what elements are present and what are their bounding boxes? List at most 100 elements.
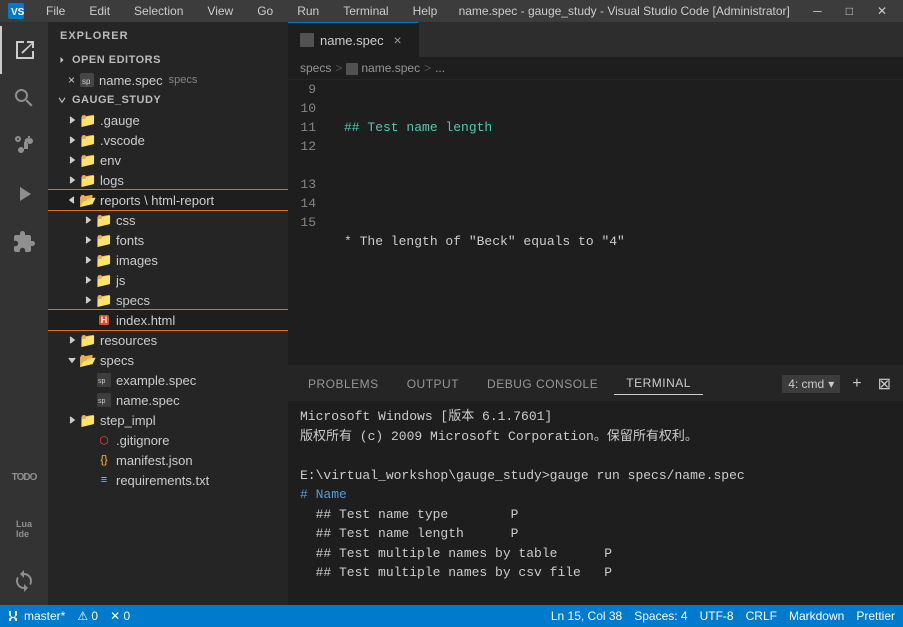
file-no-chevron [80,452,96,468]
activity-run[interactable] [0,170,48,218]
status-position[interactable]: Ln 15, Col 38 [551,609,622,623]
tree-fonts[interactable]: 📁 fonts [48,230,288,250]
panel-tab-terminal[interactable]: TERMINAL [614,372,703,395]
tree-specs-root[interactable]: 📂 specs [48,350,288,370]
sidebar-title: EXPLORER [48,22,288,50]
panel-controls: 4: cmd ▾ + ⊠ [782,372,895,396]
activity-search[interactable] [0,74,48,122]
run-debug-line[interactable]: Run Scenario | Debug Scenario [344,346,887,365]
breadcrumb-sep2: > [424,61,431,75]
panel-tab-output[interactable]: OUTPUT [395,373,471,395]
activity-source-control[interactable] [0,122,48,170]
tree-env[interactable]: 📁 env [48,150,288,170]
code-line-9: ## Test name length [344,118,887,137]
tree-logs[interactable]: 📁 logs [48,170,288,190]
tree-css[interactable]: 📁 css [48,210,288,230]
status-errors[interactable]: ✕ 0 [110,609,130,623]
folder-css-icon: 📁 [96,212,112,228]
status-line-ending[interactable]: CRLF [746,609,777,623]
tree-manifest-json-label: manifest.json [116,453,193,468]
tree-js[interactable]: 📁 js [48,270,288,290]
open-editors-header[interactable]: OPEN EDITORS [48,50,288,70]
svg-text:sp: sp [82,77,91,86]
status-language[interactable]: Markdown [789,609,844,623]
menu-help[interactable]: Help [407,2,444,20]
activity-sync[interactable] [0,557,48,605]
breadcrumb-file[interactable]: name.spec [346,61,420,75]
file-no-chevron [80,392,96,408]
activity-explorer[interactable] [0,26,48,74]
folder-chevron [64,112,80,128]
tree-requirements-txt-label: requirements.txt [116,473,209,488]
status-encoding[interactable]: UTF-8 [700,609,734,623]
menu-go[interactable]: Go [251,2,279,20]
tree-name-spec[interactable]: sp name.spec [48,390,288,410]
status-branch[interactable]: master* [8,609,65,623]
kill-terminal-btn[interactable]: ⊠ [874,372,895,396]
terminal-line-2: E:\virtual_workshop\gauge_study>gauge ru… [300,466,891,486]
tree-name-spec-label: name.spec [116,393,180,408]
terminal-selector[interactable]: 4: cmd ▾ [782,375,840,393]
tree-images[interactable]: 📁 images [48,250,288,270]
terminal-line-0: Microsoft Windows [版本 6.1.7601] [300,407,891,427]
menu-edit[interactable]: Edit [83,2,116,20]
tab-close-btn[interactable]: × [390,32,406,48]
tree-resources-label: resources [100,333,157,348]
tree-example-spec[interactable]: sp example.spec [48,370,288,390]
status-spaces[interactable]: Spaces: 4 [634,609,687,623]
gauge-study-header[interactable]: GAUGE_STUDY [48,90,288,110]
menu-run[interactable]: Run [291,2,325,20]
open-editor-path: specs [169,74,198,86]
line-numbers: 9 10 11 12 13 14 15 [288,80,328,365]
activity-todo[interactable]: TODO [0,453,48,501]
code-lines[interactable]: ## Test name length * The length of "Bec… [328,80,903,365]
tree-gitignore[interactable]: ⬡ .gitignore [48,430,288,450]
folder-chevron [64,412,80,428]
spec-file-icon: sp [79,72,95,88]
tree-vscode[interactable]: 📁 .vscode [48,130,288,150]
open-editor-name-spec[interactable]: × sp name.spec specs [48,70,288,90]
activity-extensions[interactable] [0,218,48,266]
panel-tab-problems[interactable]: PROBLEMS [296,373,391,395]
terminal-line-7: ## Test multiple names by csv file P [300,563,891,583]
breadcrumb-section[interactable]: ... [435,61,445,75]
activity-lua[interactable]: LuaIde [0,505,48,553]
terminal-content[interactable]: Microsoft Windows [版本 6.1.7601] 版权所有 (c)… [288,401,903,605]
breadcrumb-specs[interactable]: specs [300,61,331,75]
tree-step-impl[interactable]: 📁 step_impl [48,410,288,430]
menu-view[interactable]: View [201,2,239,20]
open-editor-close[interactable]: × [68,73,75,87]
status-warnings[interactable]: ⚠ 0 [77,609,98,623]
tree-requirements-txt[interactable]: ≡ requirements.txt [48,470,288,490]
folder-chevron [64,332,80,348]
folder-vscode-icon: 📁 [80,132,96,148]
tree-resources[interactable]: 📁 resources [48,330,288,350]
folder-fonts-icon: 📁 [96,232,112,248]
menu-file[interactable]: File [40,2,71,20]
window-controls[interactable]: ─ □ ✕ [805,4,895,18]
svg-text:sp: sp [98,378,106,385]
tree-gauge[interactable]: 📁 .gauge [48,110,288,130]
tree-reports[interactable]: 📂 reports \ html-report [48,190,288,210]
folder-chevron [64,132,80,148]
folder-chevron-expanded [64,352,80,368]
tree-index-html[interactable]: H index.html [48,310,288,330]
folder-resources-icon: 📁 [80,332,96,348]
menu-terminal[interactable]: Terminal [337,2,394,20]
tree-gauge-label: .gauge [100,113,140,128]
svg-text:sp: sp [98,398,106,405]
tree-specs-reports[interactable]: 📁 specs [48,290,288,310]
menu-selection[interactable]: Selection [128,2,189,20]
panel-tab-debug[interactable]: DEBUG CONSOLE [475,373,610,395]
status-prettier[interactable]: Prettier [856,609,895,623]
breadcrumb-sep1: > [335,61,342,75]
add-terminal-btn[interactable]: + [848,373,865,395]
code-scroll-area[interactable]: 9 10 11 12 13 14 15 ## Test name length … [288,80,903,365]
folder-images-icon: 📁 [96,252,112,268]
folder-env-icon: 📁 [80,152,96,168]
tree-env-label: env [100,153,121,168]
tab-name-spec[interactable]: name.spec × [288,22,419,57]
terminal-line-blank1 [300,446,891,466]
status-right: Ln 15, Col 38 Spaces: 4 UTF-8 CRLF Markd… [551,609,895,623]
tree-manifest-json[interactable]: {} manifest.json [48,450,288,470]
